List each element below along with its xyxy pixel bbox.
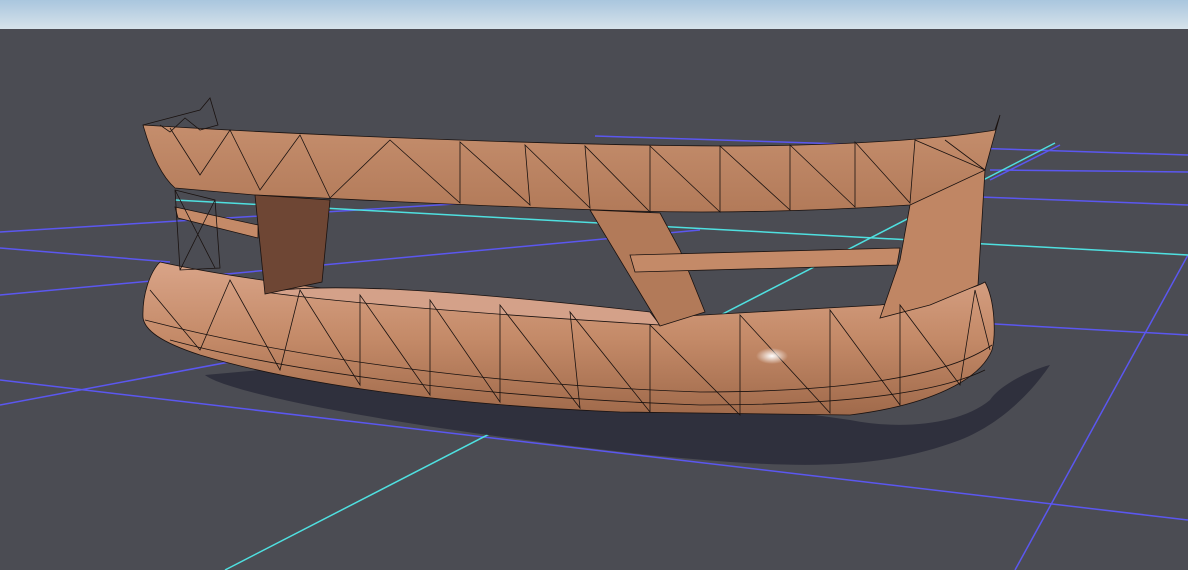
bumper-left-post (254, 194, 331, 295)
sky (0, 0, 1188, 29)
3d-viewport[interactable] (0, 0, 1188, 570)
specular-highlight (756, 348, 788, 364)
